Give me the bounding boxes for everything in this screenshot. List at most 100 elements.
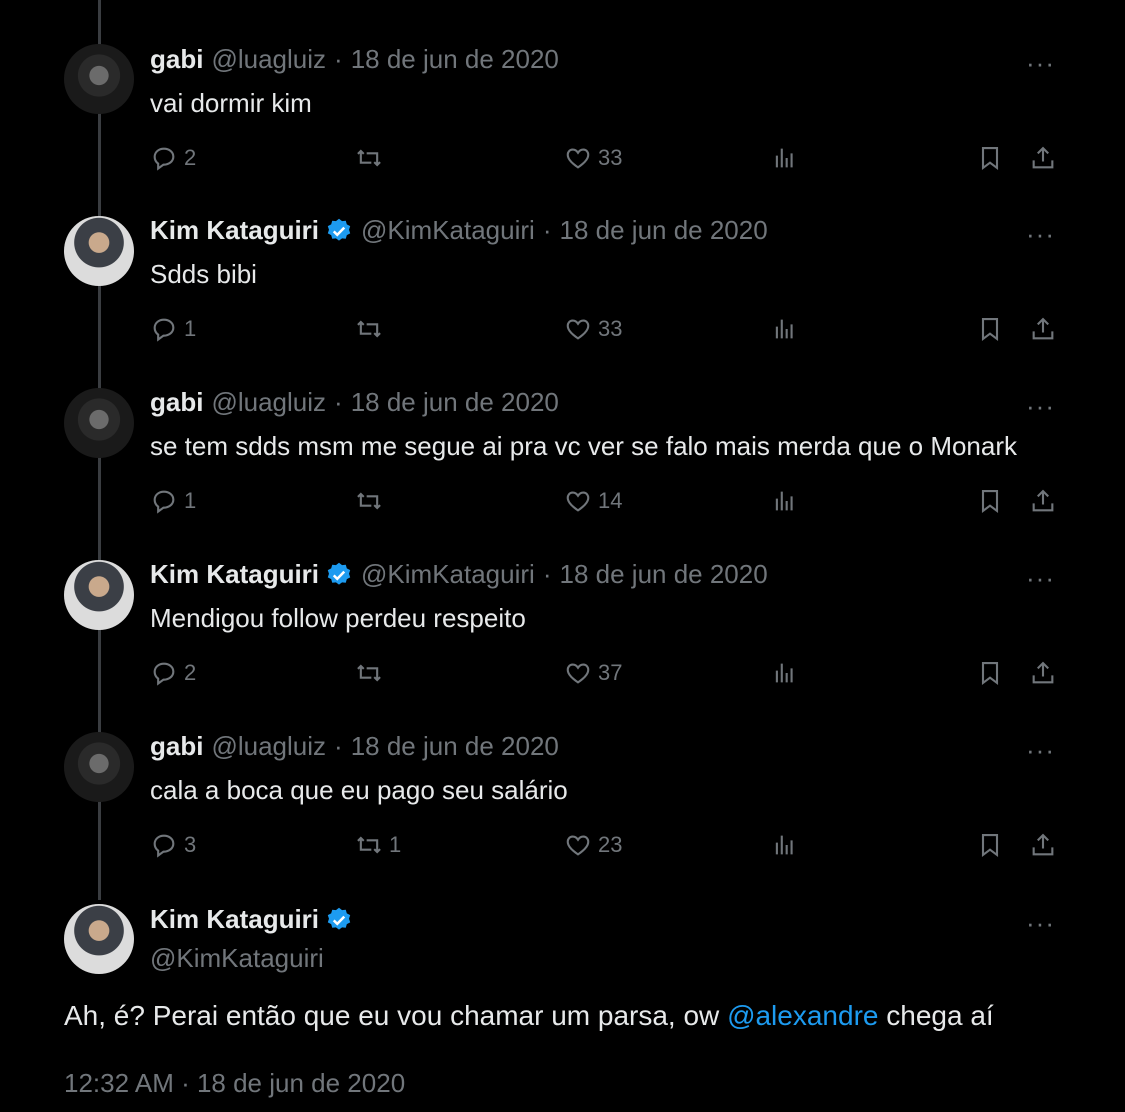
more-icon[interactable]: ··· — [1026, 908, 1055, 939]
author-handle[interactable]: @KimKataguiri — [150, 943, 353, 974]
text-before: Ah, é? Perai então que eu vou chamar um … — [64, 1000, 728, 1031]
like-icon — [566, 663, 590, 684]
avatar[interactable] — [64, 560, 134, 630]
more-icon[interactable]: ··· — [1026, 219, 1055, 250]
share-button[interactable] — [1029, 315, 1057, 343]
views-button[interactable] — [770, 487, 798, 515]
more-icon[interactable]: ··· — [1026, 391, 1055, 422]
author-handle[interactable]: @KimKataguiri — [361, 215, 535, 246]
reply-tweet: gabi @luagluiz · 18 de jun de 2020 ··· v… — [0, 44, 1125, 194]
avatar[interactable] — [64, 904, 134, 974]
retweet-button[interactable] — [355, 487, 389, 515]
action-bar: 1 33 — [150, 315, 1060, 349]
avatar[interactable] — [64, 388, 134, 458]
like-icon — [566, 835, 590, 856]
author-name[interactable]: Kim Kataguiri — [150, 559, 319, 590]
share-icon — [1032, 146, 1054, 169]
like-count: 33 — [598, 316, 623, 341]
main-tweet-text: Ah, é? Perai então que eu vou chamar um … — [64, 1000, 994, 1032]
bookmark-button[interactable] — [976, 315, 1004, 343]
more-icon[interactable]: ··· — [1026, 735, 1055, 766]
bookmark-button[interactable] — [976, 659, 1004, 687]
bookmark-button[interactable] — [976, 831, 1004, 859]
action-bar: 1 14 — [150, 487, 1060, 521]
more-icon[interactable]: ··· — [1026, 48, 1055, 79]
retweet-button[interactable]: 1 — [355, 831, 401, 859]
like-icon — [566, 148, 590, 169]
retweet-button[interactable] — [355, 659, 389, 687]
share-button[interactable] — [1029, 659, 1057, 687]
more-icon[interactable]: ··· — [1026, 563, 1055, 594]
author-handle[interactable]: @luagluiz — [211, 44, 326, 75]
like-button[interactable]: 14 — [564, 487, 622, 515]
mention-link[interactable]: @alexandre — [727, 1000, 878, 1031]
separator: · — [542, 559, 552, 589]
author-name[interactable]: gabi — [150, 387, 203, 418]
verified-badge-icon — [327, 218, 351, 241]
reply-button[interactable]: 3 — [150, 831, 196, 859]
reply-button[interactable]: 2 — [150, 144, 196, 172]
verified-badge-icon — [327, 907, 351, 930]
avatar[interactable] — [64, 44, 134, 114]
share-icon — [1032, 661, 1054, 684]
share-button[interactable] — [1029, 487, 1057, 515]
views-icon — [775, 148, 793, 168]
separator: · — [334, 731, 343, 761]
reply-button[interactable]: 1 — [150, 487, 196, 515]
tweet-header: gabi @luagluiz · 18 de jun de 2020 — [150, 387, 559, 418]
separator: · — [334, 44, 343, 74]
share-button[interactable] — [1029, 831, 1057, 859]
tweet-text: se tem sdds msm me segue ai pra vc ver s… — [150, 431, 1018, 461]
retweet-icon — [357, 320, 381, 338]
bookmark-button[interactable] — [976, 144, 1004, 172]
like-button[interactable]: 37 — [564, 659, 622, 687]
author-handle[interactable]: @luagluiz — [211, 731, 326, 762]
views-icon — [775, 835, 793, 855]
retweet-icon — [357, 492, 381, 510]
author-name[interactable]: gabi — [150, 44, 203, 75]
like-count: 33 — [598, 145, 623, 170]
separator: · — [334, 387, 343, 417]
tweet-text: Sdds bibi — [150, 259, 257, 289]
bookmark-button[interactable] — [976, 487, 1004, 515]
like-button[interactable]: 23 — [564, 831, 622, 859]
views-button[interactable] — [770, 315, 798, 343]
reply-count: 3 — [184, 832, 197, 857]
tweet-date[interactable]: 18 de jun de 2020 — [560, 559, 768, 590]
tweet-date[interactable]: 18 de jun de 2020 — [560, 215, 768, 246]
like-button[interactable]: 33 — [564, 144, 622, 172]
avatar[interactable] — [64, 216, 134, 286]
reply-icon — [153, 662, 175, 686]
tweet-date[interactable]: 18 de jun de 2020 — [351, 387, 559, 418]
tweet-date[interactable]: 18 de jun de 2020 — [351, 731, 559, 762]
reply-button[interactable]: 2 — [150, 659, 196, 687]
retweet-button[interactable] — [355, 315, 389, 343]
text-after: chega aí — [878, 1000, 994, 1031]
reply-button[interactable]: 1 — [150, 315, 196, 343]
avatar[interactable] — [64, 732, 134, 802]
tweet-text: cala a boca que eu pago seu salário — [150, 775, 568, 805]
main-tweet-timestamp[interactable]: 12:32 AM · 18 de jun de 2020 — [64, 1068, 405, 1099]
like-count: 14 — [598, 488, 623, 513]
tweet-date[interactable]: 18 de jun de 2020 — [351, 44, 559, 75]
retweet-button[interactable] — [355, 144, 389, 172]
author-handle[interactable]: @KimKataguiri — [361, 559, 535, 590]
retweet-icon — [357, 664, 381, 682]
views-button[interactable] — [770, 659, 798, 687]
retweet-icon — [357, 149, 381, 167]
retweet-count: 1 — [389, 832, 402, 857]
author-handle[interactable]: @luagluiz — [211, 387, 326, 418]
author-name-text: Kim Kataguiri — [150, 904, 320, 934]
action-bar: 2 33 — [150, 144, 1060, 178]
author-name[interactable]: gabi — [150, 731, 203, 762]
like-button[interactable]: 33 — [564, 315, 622, 343]
share-button[interactable] — [1029, 144, 1057, 172]
views-button[interactable] — [770, 831, 798, 859]
author-name[interactable]: Kim Kataguiri — [150, 904, 353, 935]
tweet-header: gabi @luagluiz · 18 de jun de 2020 — [150, 731, 559, 762]
views-button[interactable] — [770, 144, 798, 172]
bookmark-icon — [981, 662, 999, 686]
share-icon — [1032, 489, 1054, 512]
author-name[interactable]: Kim Kataguiri — [150, 215, 319, 246]
verified-badge-icon — [327, 562, 351, 585]
